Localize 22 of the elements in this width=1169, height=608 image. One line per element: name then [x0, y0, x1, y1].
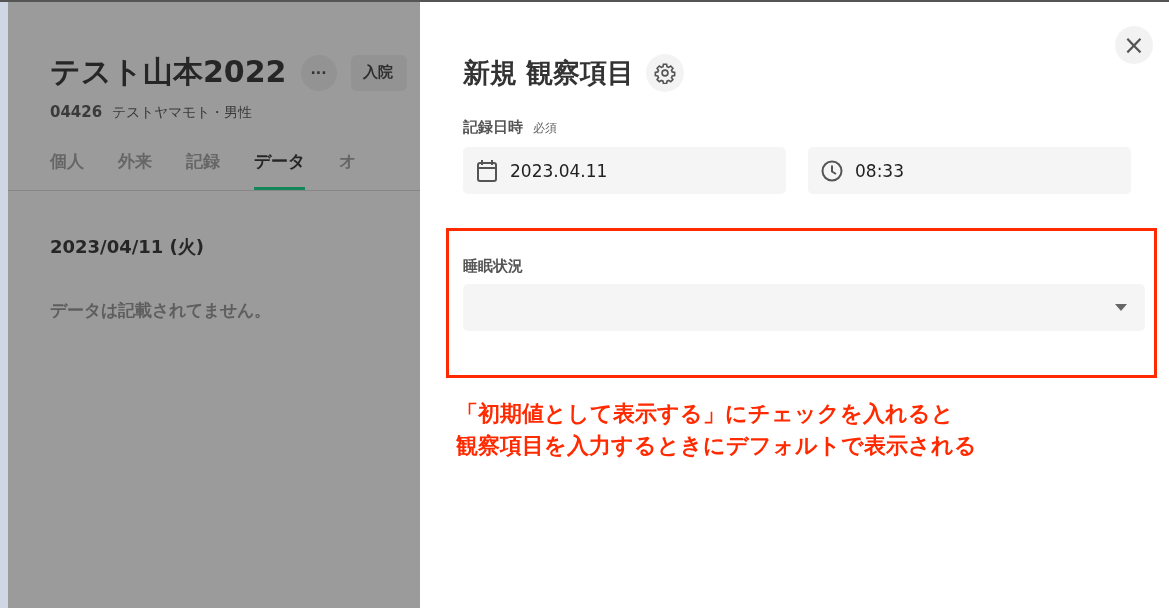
panel-title: 新規 観察項目: [463, 56, 635, 90]
date-heading: 2023/04/11 (火): [50, 235, 206, 259]
date-field[interactable]: 2023.04.11: [463, 147, 786, 194]
patient-id: 04426: [50, 103, 103, 121]
calendar-icon: [476, 158, 498, 183]
field-label: 睡眠状況: [463, 257, 524, 276]
field-label: 記録日時: [463, 118, 523, 137]
required-label: 必須: [533, 120, 557, 137]
empty-message: データは記載されてません。: [50, 299, 272, 322]
admit-button[interactable]: 入院: [350, 54, 407, 91]
patient-kana: テストヤマモト・男性: [112, 104, 253, 122]
annotation-text: 観察項目を入力するときにデフォルトで表示される: [456, 432, 978, 460]
dropdown-caret-icon: [1115, 304, 1127, 311]
tab[interactable]: データ: [254, 150, 305, 190]
more-button[interactable]: ···: [300, 54, 337, 91]
patient-name: テスト山本2022: [50, 53, 287, 91]
clock-icon: [821, 159, 843, 182]
time-field[interactable]: 08:33: [808, 147, 1131, 194]
settings-icon: [654, 62, 677, 84]
annotation-text: 「初期値として表示する」にチェックを入れると: [456, 400, 955, 428]
settings-button[interactable]: [646, 54, 685, 92]
close-button[interactable]: ×: [1115, 26, 1153, 64]
